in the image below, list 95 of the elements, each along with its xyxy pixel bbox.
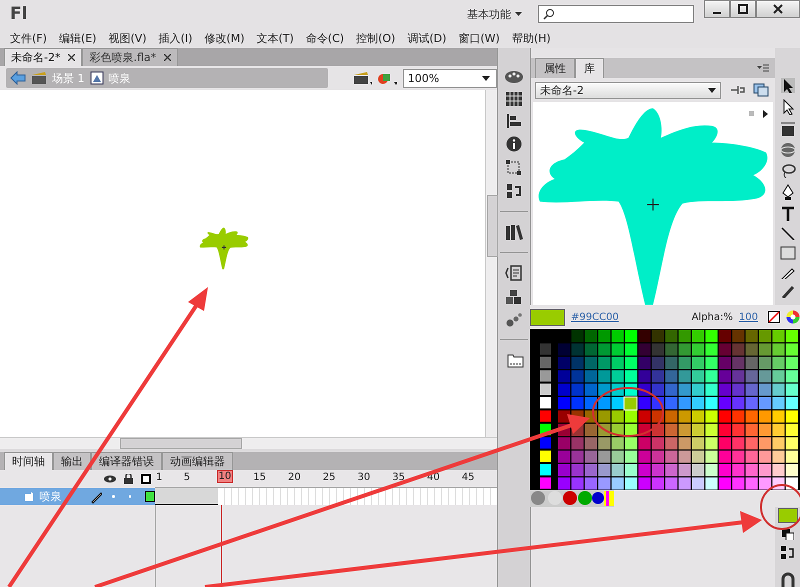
transform-icon[interactable] — [506, 160, 522, 175]
close-icon[interactable] — [164, 54, 172, 61]
edit-scene-icon[interactable] — [352, 70, 372, 86]
outline-icon[interactable] — [141, 474, 151, 484]
default-colors-icon[interactable] — [782, 528, 794, 540]
swap-colors-icon[interactable] — [780, 546, 795, 560]
dropdown-caret-icon[interactable] — [515, 12, 522, 16]
color-wheel-icon[interactable] — [786, 310, 800, 324]
menu-item[interactable]: 文本(T) — [252, 30, 302, 46]
frame-number: 30 — [358, 472, 370, 483]
eye-icon[interactable] — [104, 475, 116, 483]
subselection-tool-icon[interactable] — [780, 99, 795, 115]
dots-icon[interactable] — [506, 313, 522, 327]
document-tab[interactable]: 彩色喷泉.fla* — [82, 48, 178, 66]
clapboard-icon — [31, 71, 47, 85]
panel-tab[interactable]: 输出 — [53, 452, 91, 470]
vertical-scrollbar[interactable] — [485, 90, 497, 437]
cubes-icon[interactable] — [504, 289, 523, 305]
frame-number: 5 — [184, 472, 190, 483]
keyframe-span — [155, 488, 218, 505]
close-icon[interactable] — [68, 54, 76, 61]
frame-number: 1 — [156, 472, 162, 483]
panel-tab[interactable]: 动画编辑器 — [162, 452, 233, 470]
swap-icon[interactable] — [506, 183, 522, 199]
frame-number: 25 — [322, 472, 336, 483]
sphere-tool-icon[interactable] — [780, 142, 796, 158]
panel-tab[interactable]: 库 — [574, 58, 604, 78]
info-icon[interactable] — [506, 136, 522, 152]
menu-item[interactable]: 文件(F) — [6, 30, 55, 46]
magnet-icon[interactable] — [780, 572, 796, 587]
highlight-circle — [592, 387, 664, 437]
panel-tab[interactable]: 编译器错误 — [91, 452, 162, 470]
pencil-icon — [90, 490, 102, 504]
zoom-dropdown[interactable]: 100% — [402, 68, 498, 88]
free-transform-tool-icon[interactable] — [780, 120, 796, 136]
rectangle-tool-icon[interactable] — [780, 246, 796, 260]
alpha-label: Alpha:% — [692, 312, 733, 322]
brush-tool-icon[interactable] — [780, 285, 795, 298]
lock-icon[interactable] — [124, 474, 133, 484]
menu-item[interactable]: 视图(V) — [104, 30, 155, 46]
palette-icon[interactable] — [504, 68, 524, 84]
menu-item[interactable]: 命令(C) — [302, 30, 352, 46]
library-dropdown[interactable]: 未命名-2 — [534, 82, 721, 98]
library-icon[interactable] — [504, 224, 523, 240]
hex-value-field[interactable]: #99CC00 — [571, 312, 619, 322]
menu-item[interactable]: 插入(I) — [154, 30, 200, 46]
app-logo: Fl — [9, 4, 28, 24]
menu-item[interactable]: 调试(D) — [403, 30, 454, 46]
frame-number: 20 — [288, 472, 301, 483]
layer-color-swatch[interactable] — [145, 491, 156, 502]
menu-item[interactable]: 编辑(E) — [54, 30, 104, 46]
horizontal-scrollbar[interactable] — [0, 437, 497, 449]
panel-menu-icon[interactable] — [757, 64, 770, 72]
dropdown-caret-icon — [482, 76, 490, 80]
dropdown-caret-icon — [708, 88, 716, 92]
no-color-icon[interactable] — [768, 311, 780, 323]
maximize-button[interactable] — [730, 0, 756, 18]
symbol-icon — [90, 71, 104, 85]
close-button[interactable] — [756, 0, 800, 18]
new-library-icon[interactable] — [752, 83, 769, 97]
frame-number: 35 — [392, 472, 406, 483]
fountain-shape — [199, 227, 249, 271]
menu-item[interactable]: 修改(M) — [200, 30, 252, 46]
menu-item[interactable]: 窗口(W) — [454, 30, 508, 46]
panel-tab[interactable]: 属性 — [534, 58, 575, 78]
playhead-marker[interactable]: 10 — [216, 470, 234, 483]
pencil-tool-icon[interactable] — [780, 266, 795, 280]
close-icon — [773, 4, 783, 14]
text-tool-icon[interactable] — [780, 206, 795, 221]
frame-number: 15 — [253, 472, 266, 483]
workspace-dropdown[interactable]: 基本功能 — [467, 6, 511, 22]
preview-controls-icon[interactable] — [749, 110, 770, 118]
alpha-value-field[interactable]: 100 — [738, 312, 758, 322]
minimize-button[interactable] — [704, 0, 730, 18]
pen-tool-icon[interactable] — [780, 184, 795, 200]
menu-item[interactable]: 控制(O) — [352, 30, 404, 46]
panel-tab[interactable]: 时间轴 — [4, 452, 53, 470]
lasso-tool-icon[interactable] — [780, 163, 796, 178]
layer-icon — [24, 491, 34, 502]
script-icon[interactable] — [504, 265, 523, 281]
menu-item[interactable]: 帮助(H) — [508, 30, 559, 46]
selection-tool-icon[interactable] — [780, 78, 795, 94]
search-field[interactable] — [538, 5, 694, 23]
pin-icon[interactable] — [728, 83, 745, 97]
minimize-icon — [713, 12, 721, 14]
back-arrow-icon[interactable] — [10, 71, 26, 85]
current-color-swatch — [530, 308, 565, 326]
search-icon — [543, 8, 555, 20]
align-icon[interactable] — [506, 114, 521, 128]
grid-icon[interactable] — [506, 92, 522, 106]
maximize-icon — [738, 4, 748, 14]
frame-number: 45 — [462, 472, 475, 483]
document-tab[interactable]: 未命名-2* — [4, 48, 82, 66]
line-tool-icon[interactable] — [780, 226, 795, 240]
fill-color-swatch[interactable] — [778, 508, 798, 523]
